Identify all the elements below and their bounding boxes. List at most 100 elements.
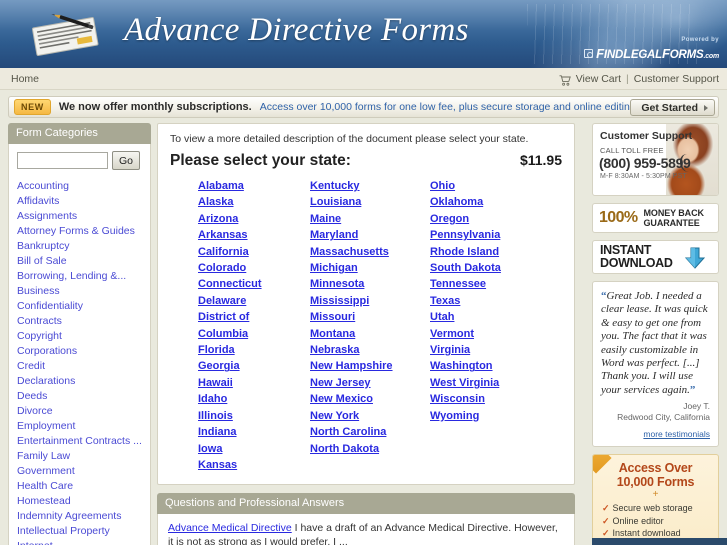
state-link-wyoming[interactable]: Wyoming	[430, 408, 542, 424]
sidebar-item-homestead[interactable]: Homestead	[17, 494, 144, 509]
state-link-missouri[interactable]: Missouri	[310, 309, 430, 325]
state-link-alaska[interactable]: Alaska	[198, 194, 310, 210]
search-input[interactable]	[17, 152, 108, 169]
state-link-north-carolina[interactable]: North Carolina	[310, 424, 430, 440]
customer-support-link[interactable]: Customer Support	[634, 73, 719, 85]
state-link-california[interactable]: California	[198, 244, 310, 260]
money-back-text: MONEY BACK GUARANTEE	[644, 208, 704, 228]
state-link-texas[interactable]: Texas	[430, 293, 542, 309]
sidebar-item-entertainment-contracts[interactable]: Entertainment Contracts ...	[17, 434, 144, 449]
sidebar-item-indemnity-agreements[interactable]: Indemnity Agreements	[17, 509, 144, 524]
state-link-maryland[interactable]: Maryland	[310, 227, 430, 243]
state-link-district-of[interactable]: District of	[198, 309, 310, 325]
state-link-pennsylvania[interactable]: Pennsylvania	[430, 227, 542, 243]
sidebar-item-intellectual-property[interactable]: Intellectual Property	[17, 524, 144, 539]
main-content: To view a more detailed description of t…	[157, 123, 575, 545]
findlegalforms-logo[interactable]: FINDLEGALFORMS.com	[584, 46, 719, 61]
state-link-washington[interactable]: Washington	[430, 358, 542, 374]
sidebar-item-internet[interactable]: Internet	[17, 539, 144, 545]
state-link-massachusetts[interactable]: Massachusetts	[310, 244, 430, 260]
get-started-button[interactable]: Get Started	[630, 99, 715, 116]
sidebar-item-government[interactable]: Government	[17, 464, 144, 479]
go-button[interactable]: Go	[112, 151, 141, 170]
state-link-louisiana[interactable]: Louisiana	[310, 194, 430, 210]
qa-question-link[interactable]: Advance Medical Directive	[168, 522, 292, 534]
sidebar-item-declarations[interactable]: Declarations	[17, 374, 144, 389]
state-link-montana[interactable]: Montana	[310, 326, 430, 342]
state-link-iowa[interactable]: Iowa	[198, 441, 310, 457]
state-link-wisconsin[interactable]: Wisconsin	[430, 391, 542, 407]
subscription-feature-list: ✓ Secure web storage ✓ Online editor ✓ Instan…	[600, 502, 711, 540]
state-link-illinois[interactable]: Illinois	[198, 408, 310, 424]
powered-by-label: Powered by	[681, 37, 719, 43]
sidebar-item-deeds[interactable]: Deeds	[17, 389, 144, 404]
state-link-vermont[interactable]: Vermont	[430, 326, 542, 342]
left-sidebar: Form Categories Go Accounting Affidavits A…	[8, 123, 151, 545]
state-link-maine[interactable]: Maine	[310, 211, 430, 227]
check-icon: ✓	[602, 503, 610, 514]
bottom-dark-strip	[592, 538, 727, 545]
state-link-columbia[interactable]: Columbia	[198, 326, 310, 342]
state-link-idaho[interactable]: Idaho	[198, 391, 310, 407]
money-back-percent: 100%	[599, 209, 638, 226]
promo-headline: We now offer monthly subscriptions.	[58, 101, 252, 113]
state-link-north-dakota[interactable]: North Dakota	[310, 441, 430, 457]
state-selection-panel: To view a more detailed description of t…	[157, 123, 575, 485]
subscription-feature-label: Online editor	[612, 515, 664, 526]
state-link-oregon[interactable]: Oregon	[430, 211, 542, 227]
sidebar-item-accounting[interactable]: Accounting	[17, 179, 144, 194]
state-link-ohio[interactable]: Ohio	[430, 178, 542, 194]
state-link-tennessee[interactable]: Tennessee	[430, 276, 542, 292]
state-link-kentucky[interactable]: Kentucky	[310, 178, 430, 194]
sidebar-item-attorney-forms-guides[interactable]: Attorney Forms & Guides	[17, 224, 144, 239]
sidebar-item-bill-of-sale[interactable]: Bill of Sale	[17, 254, 144, 269]
state-link-delaware[interactable]: Delaware	[198, 293, 310, 309]
sidebar-item-health-care[interactable]: Health Care	[17, 479, 144, 494]
view-cart-link[interactable]: View Cart	[576, 73, 621, 85]
sidebar-item-affidavits[interactable]: Affidavits	[17, 194, 144, 209]
sidebar-item-business[interactable]: Business	[17, 284, 144, 299]
state-link-michigan[interactable]: Michigan	[310, 260, 430, 276]
state-link-virginia[interactable]: Virginia	[430, 342, 542, 358]
chevron-right-icon	[704, 105, 708, 111]
sidebar-item-assignments[interactable]: Assignments	[17, 209, 144, 224]
state-link-arkansas[interactable]: Arkansas	[198, 227, 310, 243]
sidebar-item-copyright[interactable]: Copyright	[17, 329, 144, 344]
state-link-kansas[interactable]: Kansas	[198, 457, 310, 473]
state-link-connecticut[interactable]: Connecticut	[198, 276, 310, 292]
state-link-south-dakota[interactable]: South Dakota	[430, 260, 542, 276]
state-link-nebraska[interactable]: Nebraska	[310, 342, 430, 358]
subscription-title-line1: Access Over	[618, 461, 693, 476]
state-link-west-virginia[interactable]: West Virginia	[430, 375, 542, 391]
state-link-utah[interactable]: Utah	[430, 309, 542, 325]
state-link-indiana[interactable]: Indiana	[198, 424, 310, 440]
sidebar-item-credit[interactable]: Credit	[17, 359, 144, 374]
sidebar-item-borrowing-lending[interactable]: Borrowing, Lending &...	[17, 269, 144, 284]
state-link-minnesota[interactable]: Minnesota	[310, 276, 430, 292]
state-link-alabama[interactable]: Alabama	[198, 178, 310, 194]
form-categories-body: Go Accounting Affidavits Assignments Attorn…	[8, 144, 151, 545]
state-link-new-jersey[interactable]: New Jersey	[310, 375, 430, 391]
promo-subtext: Access over 10,000 forms for one low fee…	[259, 101, 636, 113]
state-link-mississippi[interactable]: Mississippi	[310, 293, 430, 309]
sidebar-item-family-law[interactable]: Family Law	[17, 449, 144, 464]
sidebar-item-confidentiality[interactable]: Confidentiality	[17, 299, 144, 314]
state-link-new-hampshire[interactable]: New Hampshire	[310, 358, 430, 374]
more-testimonials-link[interactable]: more testimonials	[601, 429, 710, 439]
state-link-florida[interactable]: Florida	[198, 342, 310, 358]
state-link-rhode-island[interactable]: Rhode Island	[430, 244, 542, 260]
shopping-cart-icon[interactable]	[559, 74, 571, 86]
sidebar-item-bankruptcy[interactable]: Bankruptcy	[17, 239, 144, 254]
sidebar-item-divorce[interactable]: Divorce	[17, 404, 144, 419]
state-link-new-mexico[interactable]: New Mexico	[310, 391, 430, 407]
state-link-georgia[interactable]: Georgia	[198, 358, 310, 374]
state-link-colorado[interactable]: Colorado	[198, 260, 310, 276]
state-link-arizona[interactable]: Arizona	[198, 211, 310, 227]
nav-home-link[interactable]: Home	[11, 73, 39, 85]
state-link-oklahoma[interactable]: Oklahoma	[430, 194, 542, 210]
state-link-new-york[interactable]: New York	[310, 408, 430, 424]
sidebar-item-employment[interactable]: Employment	[17, 419, 144, 434]
state-link-hawaii[interactable]: Hawaii	[198, 375, 310, 391]
sidebar-item-contracts[interactable]: Contracts	[17, 314, 144, 329]
sidebar-item-corporations[interactable]: Corporations	[17, 344, 144, 359]
